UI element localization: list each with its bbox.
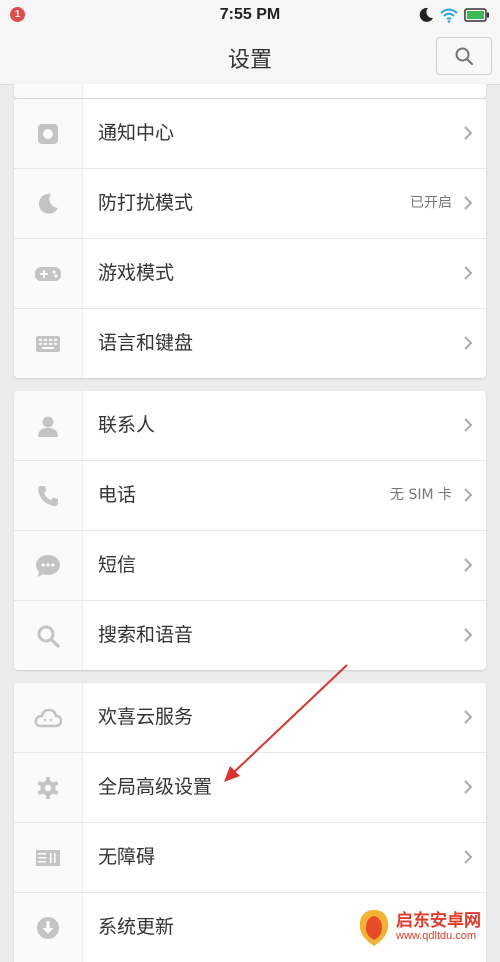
settings-item-label: 游戏模式 [98, 262, 175, 284]
settings-item-accessibility[interactable]: 无障碍 [14, 822, 486, 892]
chevron-right-icon [464, 126, 472, 140]
gamepad-icon [35, 266, 61, 281]
search-icon [455, 47, 474, 66]
settings-item-cloud-service[interactable]: 欢喜云服务 [14, 683, 486, 752]
watermark-url: www.qdltdu.com [396, 930, 477, 943]
chevron-right-icon [464, 558, 472, 572]
accessibility-icon [36, 849, 60, 866]
settings-group-1: 通知中心 防打扰模式 已开启 游戏模式 语言和键盘 [14, 99, 486, 378]
search-icon [37, 625, 60, 648]
settings-item-notification-center[interactable]: 通知中心 [14, 99, 486, 168]
settings-item-search-voice[interactable]: 搜索和语音 [14, 600, 486, 670]
settings-item-label: 防打扰模式 [98, 192, 194, 214]
keyboard-icon [36, 335, 60, 352]
phone-icon [38, 485, 58, 506]
settings-item-label: 语言和键盘 [98, 332, 194, 354]
settings-item-label: 无障碍 [98, 846, 156, 868]
settings-item-label: 欢喜云服务 [98, 706, 194, 728]
watermark-title: 启东安卓网 [396, 911, 481, 932]
settings-item-do-not-disturb[interactable]: 防打扰模式 已开启 [14, 168, 486, 238]
status-icons [418, 6, 490, 24]
chevron-right-icon [464, 780, 472, 794]
battery-icon [464, 8, 489, 22]
cloud-icon [34, 708, 62, 727]
download-icon [37, 916, 59, 939]
notification-center-icon [38, 123, 58, 144]
settings-item-label: 联系人 [98, 414, 156, 436]
chevron-right-icon [464, 628, 472, 642]
chevron-right-icon [464, 266, 472, 280]
status-bar: 1 7:55 PM [0, 0, 500, 30]
settings-item-value: 无 SIM 卡 [390, 487, 452, 503]
moon-status-icon [419, 7, 433, 22]
chevron-right-icon [464, 336, 472, 350]
settings-item-label: 全局高级设置 [98, 776, 213, 798]
header: 设置 [0, 30, 500, 85]
chevron-right-icon [464, 850, 472, 864]
settings-item-label: 短信 [98, 554, 137, 576]
watermark-logo-icon [359, 910, 389, 946]
page-title: 设置 [227, 48, 272, 73]
chevron-right-icon [464, 710, 472, 724]
watermark: 启东安卓网 www.qdltdu.com [356, 905, 496, 951]
chevron-right-icon [464, 418, 472, 432]
settings-item-label: 通知中心 [98, 122, 175, 144]
chevron-right-icon [464, 196, 472, 210]
settings-item-value: 已开启 [410, 195, 452, 211]
settings-item-language-keyboard[interactable]: 语言和键盘 [14, 308, 486, 378]
chevron-right-icon [464, 488, 472, 502]
settings-group-partial [14, 84, 486, 98]
gear-icon [37, 776, 59, 799]
settings-item-label: 电话 [98, 484, 137, 506]
settings-item-label: 系统更新 [98, 916, 175, 938]
settings-item-phone[interactable]: 电话 无 SIM 卡 [14, 460, 486, 530]
message-icon [36, 554, 60, 577]
settings-item-contacts[interactable]: 联系人 [14, 391, 486, 460]
settings-item-game-mode[interactable]: 游戏模式 [14, 238, 486, 308]
settings-item-label: 搜索和语音 [98, 624, 194, 646]
settings-item-sms[interactable]: 短信 [14, 530, 486, 600]
person-icon [38, 416, 58, 437]
search-button[interactable] [436, 37, 492, 75]
settings-item-global-advanced[interactable]: 全局高级设置 [14, 752, 486, 822]
moon-icon [38, 193, 58, 214]
settings-group-2: 联系人 电话 无 SIM 卡 短信 搜索和语音 [14, 391, 486, 670]
wifi-icon [440, 8, 458, 23]
